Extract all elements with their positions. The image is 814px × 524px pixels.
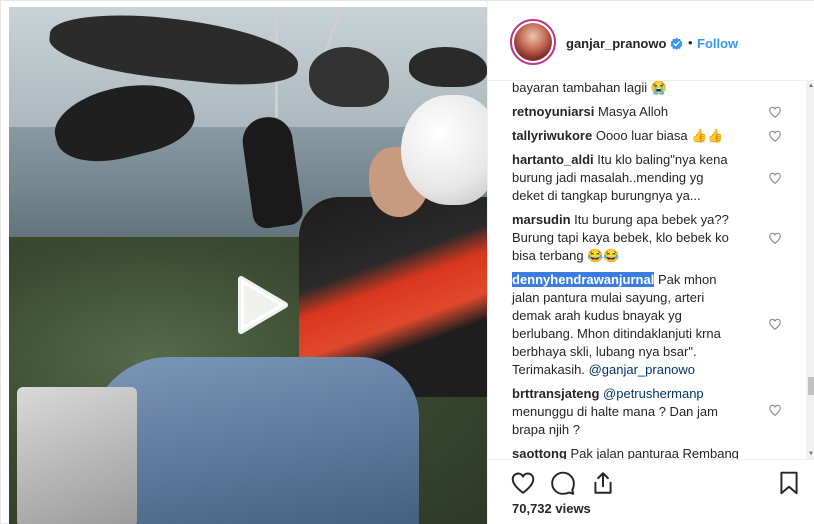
comment-text: Terimakasih. bbox=[512, 362, 585, 377]
comment-text: berlubang. Mhon ditindaklanjuti krna bbox=[512, 326, 721, 341]
comment-username[interactable]: dennyhendrawanjurnal bbox=[512, 272, 655, 287]
comment-item: hartanto_aldi Itu klo baling"nya kena bu… bbox=[512, 151, 772, 205]
comment-username[interactable]: hartanto_aldi bbox=[512, 152, 594, 167]
comments-scrollbar[interactable]: ▲ ▼ bbox=[806, 81, 814, 459]
comment-text: Burung tapi kaya bebek, klo bebek ko bbox=[512, 230, 729, 245]
pilot-jeans bbox=[89, 357, 419, 524]
scroll-up-arrow-icon[interactable]: ▲ bbox=[806, 81, 814, 91]
verified-badge-icon bbox=[670, 37, 683, 50]
post-sidebar: ganjar_pranowo • Follow bayaran tambahan… bbox=[487, 1, 814, 524]
play-icon[interactable] bbox=[227, 273, 291, 337]
comment-text: menunggu di halte mana ? Dan jam bbox=[512, 404, 718, 419]
comment-like-heart-icon[interactable] bbox=[768, 129, 782, 143]
header-username[interactable]: ganjar_pranowo bbox=[566, 36, 666, 51]
comment-username[interactable]: brttransjateng bbox=[512, 386, 599, 401]
follow-button[interactable]: Follow bbox=[697, 36, 738, 51]
comment-item: bayaran tambahan lagii 😭 bbox=[512, 81, 772, 97]
comment-item: saottong Pak jalan panturaa Rembang bbox=[512, 445, 772, 459]
comment-item: brttransjateng @petrushermanp menunggu d… bbox=[512, 385, 772, 439]
comment-text: brapa njih ? bbox=[512, 422, 580, 437]
comment-text: demak arah kudus bnayak yg bbox=[512, 308, 682, 323]
comment-username[interactable]: saottong bbox=[512, 446, 567, 459]
heart-icon[interactable] bbox=[510, 470, 536, 496]
comment-mention[interactable]: @ganjar_pranowo bbox=[589, 362, 695, 377]
comment-mention[interactable]: @petrushermanp bbox=[603, 386, 704, 401]
comment-text: jalan pantura mulai sayung, arteri bbox=[512, 290, 705, 305]
share-icon[interactable] bbox=[590, 470, 616, 496]
comment-item: marsudin Itu burung apa bebek ya?? Burun… bbox=[512, 211, 772, 265]
post-actions bbox=[488, 459, 814, 503]
comment-text: bayaran tambahan lagii 😭 bbox=[512, 81, 667, 95]
goose bbox=[409, 47, 487, 87]
comment-text: Pak jalan panturaa Rembang bbox=[570, 446, 739, 459]
comment-item: tallyriwukore Oooo luar biasa 👍👍 bbox=[512, 127, 772, 145]
comment-like-heart-icon[interactable] bbox=[768, 171, 782, 185]
comment-text: Masya Alloh bbox=[597, 104, 669, 119]
comment-item: retnoyuniarsi Masya Alloh bbox=[512, 103, 772, 121]
scroll-down-arrow-icon[interactable]: ▼ bbox=[806, 449, 814, 459]
comment-like-heart-icon[interactable] bbox=[768, 317, 782, 331]
comment-like-heart-icon[interactable] bbox=[768, 231, 782, 245]
comment-text: Pak mhon bbox=[657, 272, 717, 287]
paramotor-frame bbox=[17, 387, 137, 524]
comment-text: Itu klo baling"nya kena bbox=[597, 152, 728, 167]
avatar-image bbox=[514, 23, 552, 61]
comment-text: berbhaya skli, lubang nya bsar". bbox=[512, 344, 697, 359]
avatar[interactable] bbox=[510, 19, 556, 65]
comments-list[interactable]: bayaran tambahan lagii 😭 retnoyuniarsi M… bbox=[488, 81, 806, 459]
bookmark-icon[interactable] bbox=[776, 470, 802, 496]
comment-like-heart-icon[interactable] bbox=[768, 105, 782, 119]
post-video[interactable] bbox=[9, 7, 487, 524]
comment-icon[interactable] bbox=[550, 470, 576, 496]
comment-username[interactable]: tallyriwukore bbox=[512, 128, 592, 143]
pilot-helmet bbox=[401, 95, 487, 205]
scroll-thumb[interactable] bbox=[808, 377, 814, 395]
comment-text: burung jadi masalah..mending yg bbox=[512, 170, 704, 185]
comment-username[interactable]: marsudin bbox=[512, 212, 571, 227]
comment-text: bisa terbang 😂😂 bbox=[512, 248, 620, 263]
comment-like-heart-icon[interactable] bbox=[768, 403, 782, 417]
header-separator: • bbox=[688, 35, 693, 50]
comment-username[interactable]: retnoyuniarsi bbox=[512, 104, 594, 119]
comment-item: dennyhendrawanjurnal Pak mhon jalan pant… bbox=[512, 271, 772, 379]
comment-text: Itu burung apa bebek ya?? bbox=[574, 212, 729, 227]
comment-text: Oooo luar biasa 👍👍 bbox=[595, 128, 724, 143]
view-count[interactable]: 70,732 views bbox=[512, 501, 591, 516]
comment-text: deket di tangkap burungnya ya... bbox=[512, 188, 701, 203]
post-header: ganjar_pranowo • Follow bbox=[488, 1, 814, 81]
instagram-post: ganjar_pranowo • Follow bayaran tambahan… bbox=[0, 0, 814, 524]
